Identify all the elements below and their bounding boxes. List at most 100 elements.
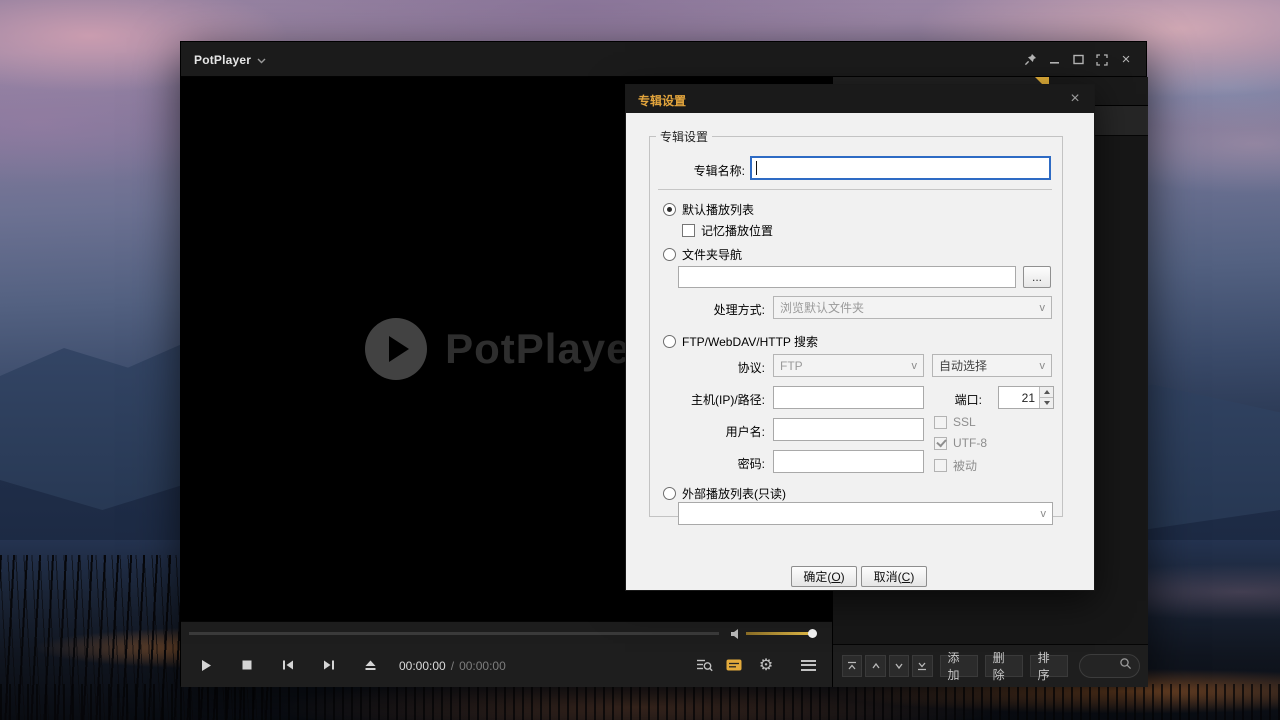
- password-input[interactable]: [773, 450, 924, 473]
- select-value: FTP: [780, 359, 803, 373]
- close-button[interactable]: ×: [1114, 42, 1138, 77]
- move-bottom-button[interactable]: [912, 655, 932, 677]
- time-display: 00:00:00 / 00:00:00: [399, 644, 506, 687]
- spinner-down-button[interactable]: [1040, 397, 1053, 408]
- playlist-delete-button[interactable]: 删除: [985, 655, 1023, 677]
- checkbox-label: 被动: [953, 457, 977, 474]
- checkbox-remember-position[interactable]: 记忆播放位置: [682, 222, 773, 239]
- radio-folder-navigation[interactable]: 文件夹导航: [663, 246, 742, 263]
- dialog-close-button[interactable]: ×: [1065, 89, 1085, 109]
- checkbox-icon: [682, 224, 695, 237]
- subtitle-icon[interactable]: [717, 648, 751, 682]
- seek-bar[interactable]: [189, 632, 719, 635]
- seek-bar-row: [181, 621, 832, 644]
- open-eject-button[interactable]: [353, 648, 387, 682]
- titlebar[interactable]: PotPlayer ×: [181, 42, 1146, 77]
- play-logo-icon: [365, 318, 427, 380]
- volume-slider[interactable]: [746, 632, 813, 635]
- volume-icon[interactable]: [730, 627, 742, 645]
- checkbox-label: SSL: [953, 415, 976, 429]
- checkbox-ssl[interactable]: SSL: [934, 415, 976, 429]
- dialog-titlebar[interactable]: 专辑设置 ×: [626, 85, 1094, 113]
- chevron-down-icon: [257, 51, 266, 69]
- radio-label: 外部播放列表(只读): [682, 485, 786, 502]
- chevron-down-icon: v: [1041, 508, 1047, 520]
- album-settings-dialog: 专辑设置 × 专辑设置 专辑名称: 默认播放列表 记忆播放位置 文件夹导航 ..…: [625, 84, 1095, 591]
- encoding-select[interactable]: 自动选择 v: [932, 354, 1052, 377]
- move-down-button[interactable]: [889, 655, 909, 677]
- password-label: 密码:: [650, 455, 765, 472]
- pin-button[interactable]: [1018, 42, 1042, 77]
- playlist-search-toggle-icon[interactable]: [687, 648, 721, 682]
- port-value: 21: [999, 387, 1039, 408]
- username-input[interactable]: [773, 418, 924, 441]
- checkbox-checked-icon: [934, 437, 947, 450]
- spinner-buttons: [1039, 387, 1053, 408]
- radio-label: 默认播放列表: [682, 201, 754, 218]
- maximize-button[interactable]: [1066, 42, 1090, 77]
- handling-select[interactable]: 浏览默认文件夹 v: [773, 296, 1052, 319]
- time-total: 00:00:00: [459, 659, 506, 673]
- app-menu-button[interactable]: PotPlayer: [194, 42, 266, 77]
- chevron-down-icon: v: [912, 360, 918, 372]
- search-icon: [1119, 657, 1132, 675]
- host-label: 主机(IP)/路径:: [650, 391, 765, 408]
- time-separator: /: [451, 659, 454, 673]
- radio-icon: [663, 487, 676, 500]
- port-label: 端口:: [912, 391, 982, 408]
- radio-checked-icon: [663, 203, 676, 216]
- radio-label: 文件夹导航: [682, 246, 742, 263]
- radio-label: FTP/WebDAV/HTTP 搜索: [682, 333, 818, 350]
- previous-button[interactable]: [271, 648, 305, 682]
- protocol-label: 协议:: [650, 359, 765, 376]
- checkbox-icon: [934, 459, 947, 472]
- play-button[interactable]: [189, 648, 223, 682]
- ok-button[interactable]: 确定(O): [791, 566, 857, 587]
- playlist-add-button[interactable]: 添加: [940, 655, 978, 677]
- text-caret: [756, 161, 757, 175]
- minimize-button[interactable]: [1042, 42, 1066, 77]
- radio-ftp-search[interactable]: FTP/WebDAV/HTTP 搜索: [663, 333, 818, 350]
- browse-button[interactable]: ...: [1023, 266, 1051, 288]
- stop-button[interactable]: [230, 648, 264, 682]
- album-name-input[interactable]: [750, 156, 1051, 180]
- album-settings-group: 专辑设置 专辑名称: 默认播放列表 记忆播放位置 文件夹导航 ... 处理方式:…: [649, 128, 1063, 517]
- move-top-button[interactable]: [842, 655, 862, 677]
- spinner-up-button[interactable]: [1040, 387, 1053, 397]
- dialog-title: 专辑设置: [638, 92, 686, 109]
- username-label: 用户名:: [650, 423, 765, 440]
- checkbox-icon: [934, 416, 947, 429]
- settings-gear-icon[interactable]: ⚙: [749, 648, 783, 682]
- separator-line: [658, 189, 1052, 190]
- window-title: PotPlayer: [194, 53, 251, 67]
- playlist-search-input[interactable]: [1079, 654, 1140, 678]
- cancel-button[interactable]: 取消(C): [861, 566, 927, 587]
- playlist-sort-button[interactable]: 排序: [1030, 655, 1068, 677]
- group-title: 专辑设置: [656, 128, 712, 145]
- radio-external-playlist[interactable]: 外部播放列表(只读): [663, 485, 786, 502]
- time-current: 00:00:00: [399, 659, 446, 673]
- fullscreen-button[interactable]: [1090, 42, 1114, 77]
- select-value: 浏览默认文件夹: [780, 299, 864, 316]
- checkbox-passive[interactable]: 被动: [934, 457, 977, 474]
- volume-knob[interactable]: [808, 629, 817, 638]
- checkbox-label: 记忆播放位置: [701, 222, 773, 239]
- chevron-down-icon: v: [1040, 360, 1046, 372]
- host-input[interactable]: [773, 386, 924, 409]
- chevron-down-icon: v: [1040, 302, 1046, 314]
- port-spinner[interactable]: 21: [998, 386, 1054, 409]
- select-value: 自动选择: [939, 357, 987, 374]
- folder-path-input[interactable]: [678, 266, 1016, 288]
- watermark-text: PotPlayer: [445, 325, 648, 373]
- move-up-button[interactable]: [865, 655, 885, 677]
- radio-icon: [663, 248, 676, 261]
- menu-icon[interactable]: [791, 648, 825, 682]
- radio-icon: [663, 335, 676, 348]
- external-playlist-select[interactable]: v: [678, 502, 1053, 525]
- protocol-select[interactable]: FTP v: [773, 354, 924, 377]
- control-bar: 00:00:00 / 00:00:00 ⚙: [181, 644, 832, 687]
- radio-default-playlist[interactable]: 默认播放列表: [663, 201, 754, 218]
- checkbox-utf8[interactable]: UTF-8: [934, 436, 987, 450]
- playlist-bottom-bar: 添加 删除 排序: [833, 644, 1148, 687]
- next-button[interactable]: [312, 648, 346, 682]
